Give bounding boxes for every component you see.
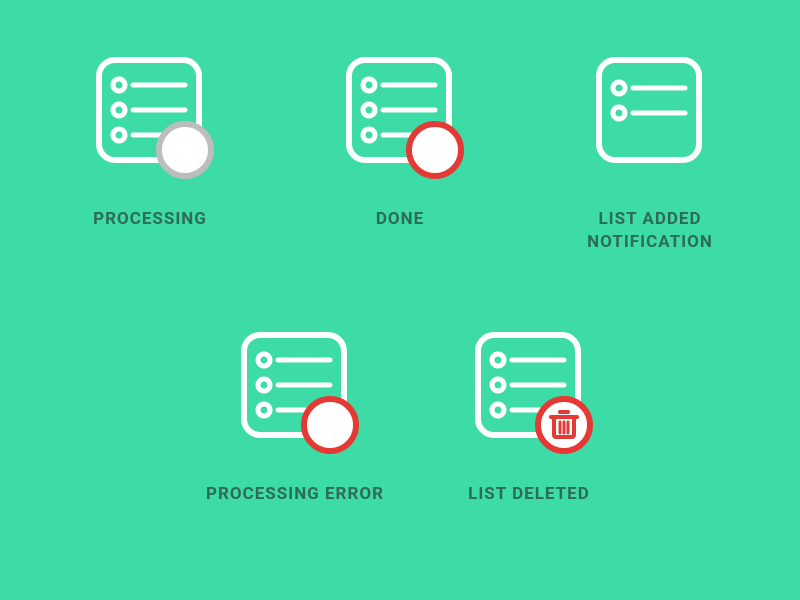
list-icon-done [335, 40, 465, 190]
trash-icon [538, 399, 590, 451]
label-processing: PROCESSING [93, 208, 207, 231]
label-done: DONE [376, 208, 424, 231]
list-icon-error [230, 315, 360, 465]
list-icon-deleted [464, 315, 594, 465]
icon-processing: PROCESSING [30, 40, 270, 295]
label-processing-error: PROCESSING ERROR [206, 483, 384, 506]
badge-gray-circle-icon [159, 124, 211, 176]
list-icon-added [585, 40, 715, 190]
label-list-deleted: LIST DELETED [468, 483, 590, 506]
icon-done: DONE [280, 40, 520, 295]
icon-list-added: LIST ADDED NOTIFICATION [530, 40, 770, 295]
badge-red-circle-icon [304, 399, 356, 451]
list-icon-processing [85, 40, 215, 190]
label-list-added: LIST ADDED NOTIFICATION [550, 208, 750, 254]
icon-list-deleted: LIST DELETED [464, 315, 594, 570]
icon-processing-error: PROCESSING ERROR [206, 315, 384, 570]
badge-red-circle-icon [409, 124, 461, 176]
